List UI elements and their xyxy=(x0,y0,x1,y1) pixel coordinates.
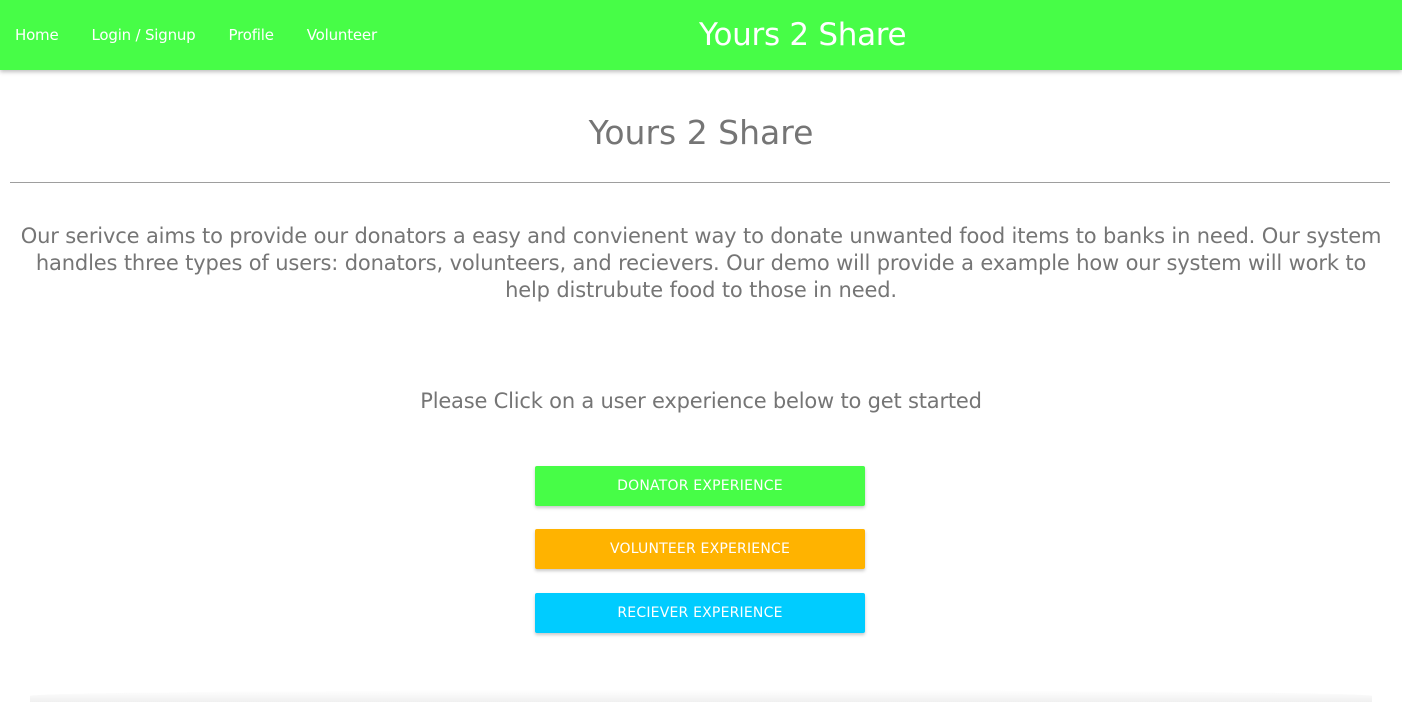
nav-link-volunteer[interactable]: Volunteer xyxy=(307,26,377,44)
footer-shadow xyxy=(30,690,1372,702)
service-description: Our serivce aims to provide our donators… xyxy=(20,224,1382,302)
volunteer-experience-button[interactable]: VOLUNTEER EXPERIENCE xyxy=(535,529,865,569)
reciever-experience-button[interactable]: RECIEVER EXPERIENCE xyxy=(535,593,865,633)
top-navbar: Home Login / Signup Profile Volunteer Yo… xyxy=(0,0,1402,70)
nav-link-login-signup[interactable]: Login / Signup xyxy=(92,26,196,44)
get-started-prompt: Please Click on a user experience below … xyxy=(420,389,982,413)
nav-link-profile[interactable]: Profile xyxy=(229,26,274,44)
brand-logo-text[interactable]: Yours 2 Share xyxy=(699,0,907,70)
divider xyxy=(10,182,1390,183)
nav-link-home[interactable]: Home xyxy=(15,26,59,44)
nav-links: Home Login / Signup Profile Volunteer xyxy=(15,0,410,70)
donator-experience-button[interactable]: DONATOR EXPERIENCE xyxy=(535,466,865,506)
page-title: Yours 2 Share xyxy=(588,113,814,152)
